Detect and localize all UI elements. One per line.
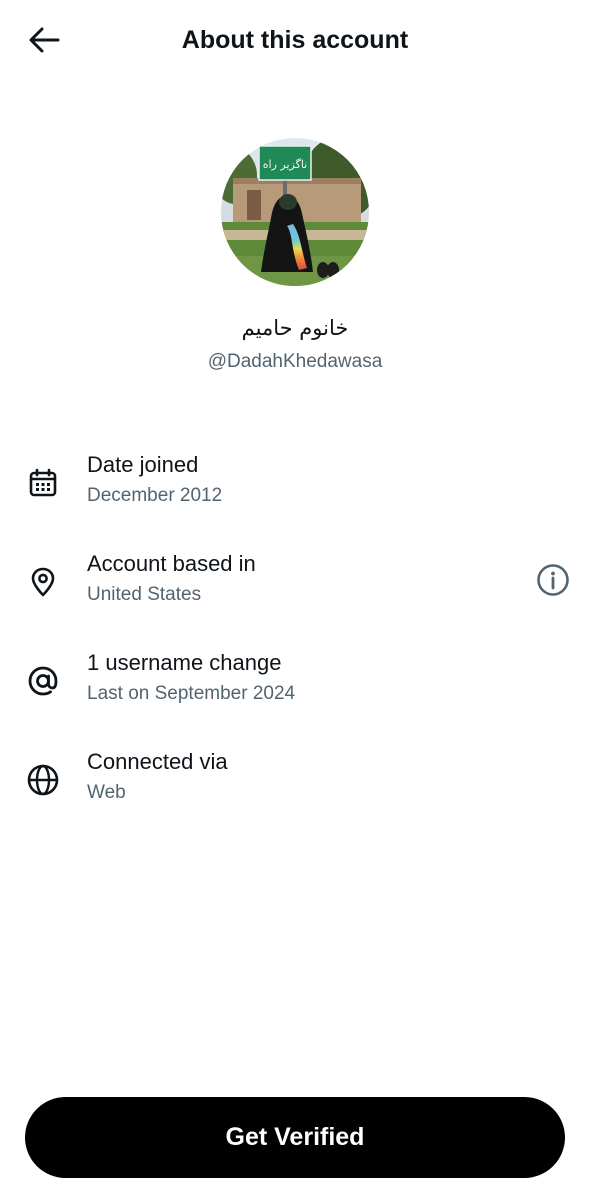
connected-via-row: Connected via Web xyxy=(0,747,590,817)
date-joined-label: Date joined xyxy=(87,452,199,477)
info-button[interactable] xyxy=(534,561,572,599)
connected-via-value: Web xyxy=(87,782,126,803)
about-account-page: About this account ناگزیر راه خانوم حامی… xyxy=(0,0,590,1200)
connected-via-label: Connected via xyxy=(87,749,228,774)
display-name: خانوم حامیم xyxy=(241,316,349,340)
globe-icon xyxy=(24,761,62,799)
location-pin-icon xyxy=(24,563,62,601)
username-handle: @DadahKhedawasa xyxy=(207,351,383,372)
top-bar: About this account xyxy=(0,0,590,80)
info-icon xyxy=(537,564,569,596)
calendar-icon xyxy=(24,464,62,502)
account-based-in-value: United States xyxy=(87,584,202,605)
account-based-in-label: Account based in xyxy=(87,551,256,576)
date-joined-row: Date joined December 2012 xyxy=(0,450,590,520)
username-change-row: 1 username change Last on September 2024 xyxy=(0,648,590,718)
page-title: About this account xyxy=(181,26,409,54)
avatar-sign-text: ناگزیر راه xyxy=(263,158,307,171)
avatar[interactable]: ناگزیر راه xyxy=(221,138,369,286)
username-change-label: 1 username change xyxy=(87,650,282,675)
username-change-value: Last on September 2024 xyxy=(87,683,296,704)
at-sign-icon xyxy=(24,662,62,700)
account-based-in-row: Account based in United States xyxy=(0,549,590,619)
get-verified-button[interactable]: Get Verified xyxy=(25,1097,565,1178)
avatar-photo: ناگزیر راه xyxy=(221,138,369,286)
date-joined-value: December 2012 xyxy=(87,485,223,506)
